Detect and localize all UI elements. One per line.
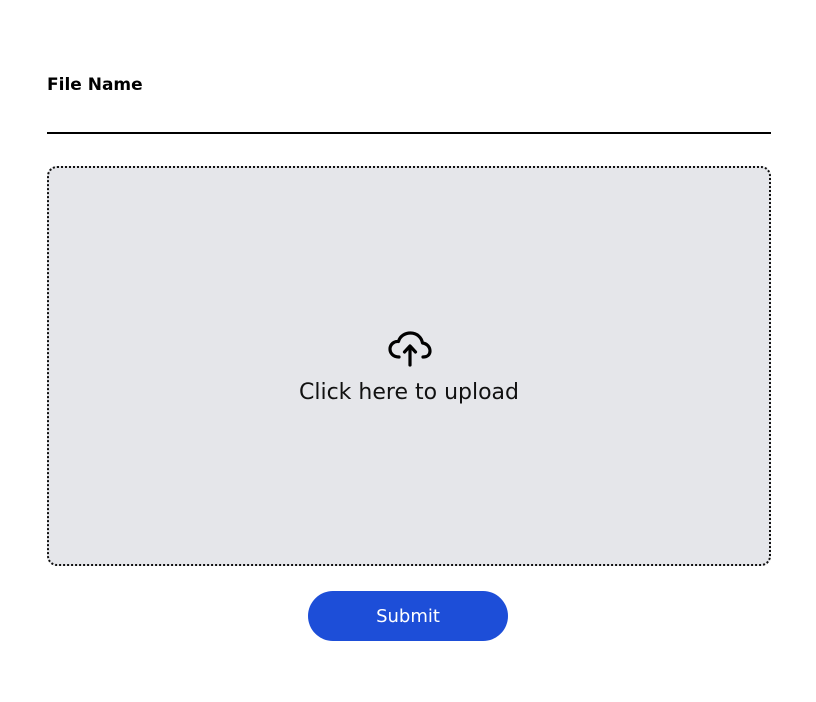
- upload-form: File Name Click here to upload Submit: [47, 0, 771, 702]
- cloud-upload-icon: [388, 331, 432, 367]
- submit-button[interactable]: Submit: [308, 591, 508, 641]
- file-name-input[interactable]: [47, 102, 771, 134]
- upload-prompt-text: Click here to upload: [299, 380, 519, 405]
- upload-dropzone[interactable]: Click here to upload: [47, 166, 771, 566]
- file-name-label: File Name: [47, 75, 143, 95]
